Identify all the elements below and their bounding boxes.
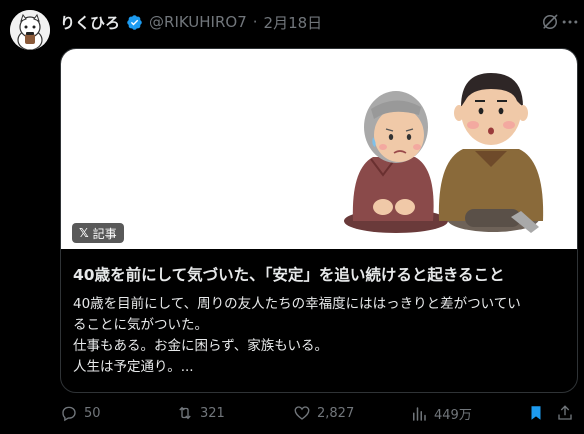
author-name[interactable]: りくひろ xyxy=(60,12,120,33)
avatar-cat-illustration xyxy=(10,10,50,50)
repost-count: 321 xyxy=(200,405,225,421)
like-count: 2,827 xyxy=(317,405,355,421)
bookmark-icon xyxy=(531,406,541,420)
repost-button[interactable]: 321 xyxy=(176,404,225,422)
article-badge: 𝕏 記事 xyxy=(72,223,124,243)
more-icon[interactable] xyxy=(560,12,580,32)
article-title: 40歳を前にして気づいた、「安定」を追い続けると起きること xyxy=(73,266,505,284)
views-button[interactable]: 449万 xyxy=(410,404,472,423)
avatar[interactable] xyxy=(10,10,50,50)
separator-dot: · xyxy=(252,13,258,31)
action-bar: 50 321 2,827 449万 xyxy=(60,404,576,426)
article-description: 40歳を目前にして、周りの友人たちの幸福度にははっきりと差がついてい ることに気… xyxy=(73,294,567,378)
repost-icon xyxy=(179,406,191,420)
like-button[interactable]: 2,827 xyxy=(293,404,354,422)
elderly-couple-illustration xyxy=(344,73,544,233)
reply-icon xyxy=(62,406,76,422)
author-handle[interactable]: @RIKUHIRO7 xyxy=(149,13,247,31)
article-description-line: 40歳を目前にして、周りの友人たちの幸福度にははっきりと差がついてい xyxy=(73,296,521,312)
article-badge-label: 記事 xyxy=(92,226,117,241)
x-logo-icon: 𝕏 xyxy=(79,226,89,240)
views-icon xyxy=(413,406,426,421)
tweet-header: りくひろ @RIKUHIRO7 · 2月18日 xyxy=(60,11,322,33)
article-description-line: 人生は予定通り。... xyxy=(73,359,194,375)
post-date[interactable]: 2月18日 xyxy=(264,12,323,33)
verified-badge-icon xyxy=(127,14,142,30)
views-count: 449万 xyxy=(434,408,472,423)
reply-count: 50 xyxy=(84,405,101,421)
article-cover-image xyxy=(61,49,577,249)
reply-button[interactable]: 50 xyxy=(60,404,101,422)
article-description-line: 仕事もある。お金に困らず、家族もいる。 xyxy=(73,338,329,354)
share-icon xyxy=(558,405,572,420)
like-icon xyxy=(294,406,310,420)
grok-icon[interactable] xyxy=(540,12,560,32)
share-button[interactable] xyxy=(556,404,574,422)
article-card[interactable]: 𝕏 記事 40歳を前にして気づいた、「安定」を追い続けると起きること 40歳を目… xyxy=(60,48,578,393)
article-description-line: ることに気がついた。 xyxy=(73,317,208,333)
bookmark-button[interactable] xyxy=(527,404,545,422)
